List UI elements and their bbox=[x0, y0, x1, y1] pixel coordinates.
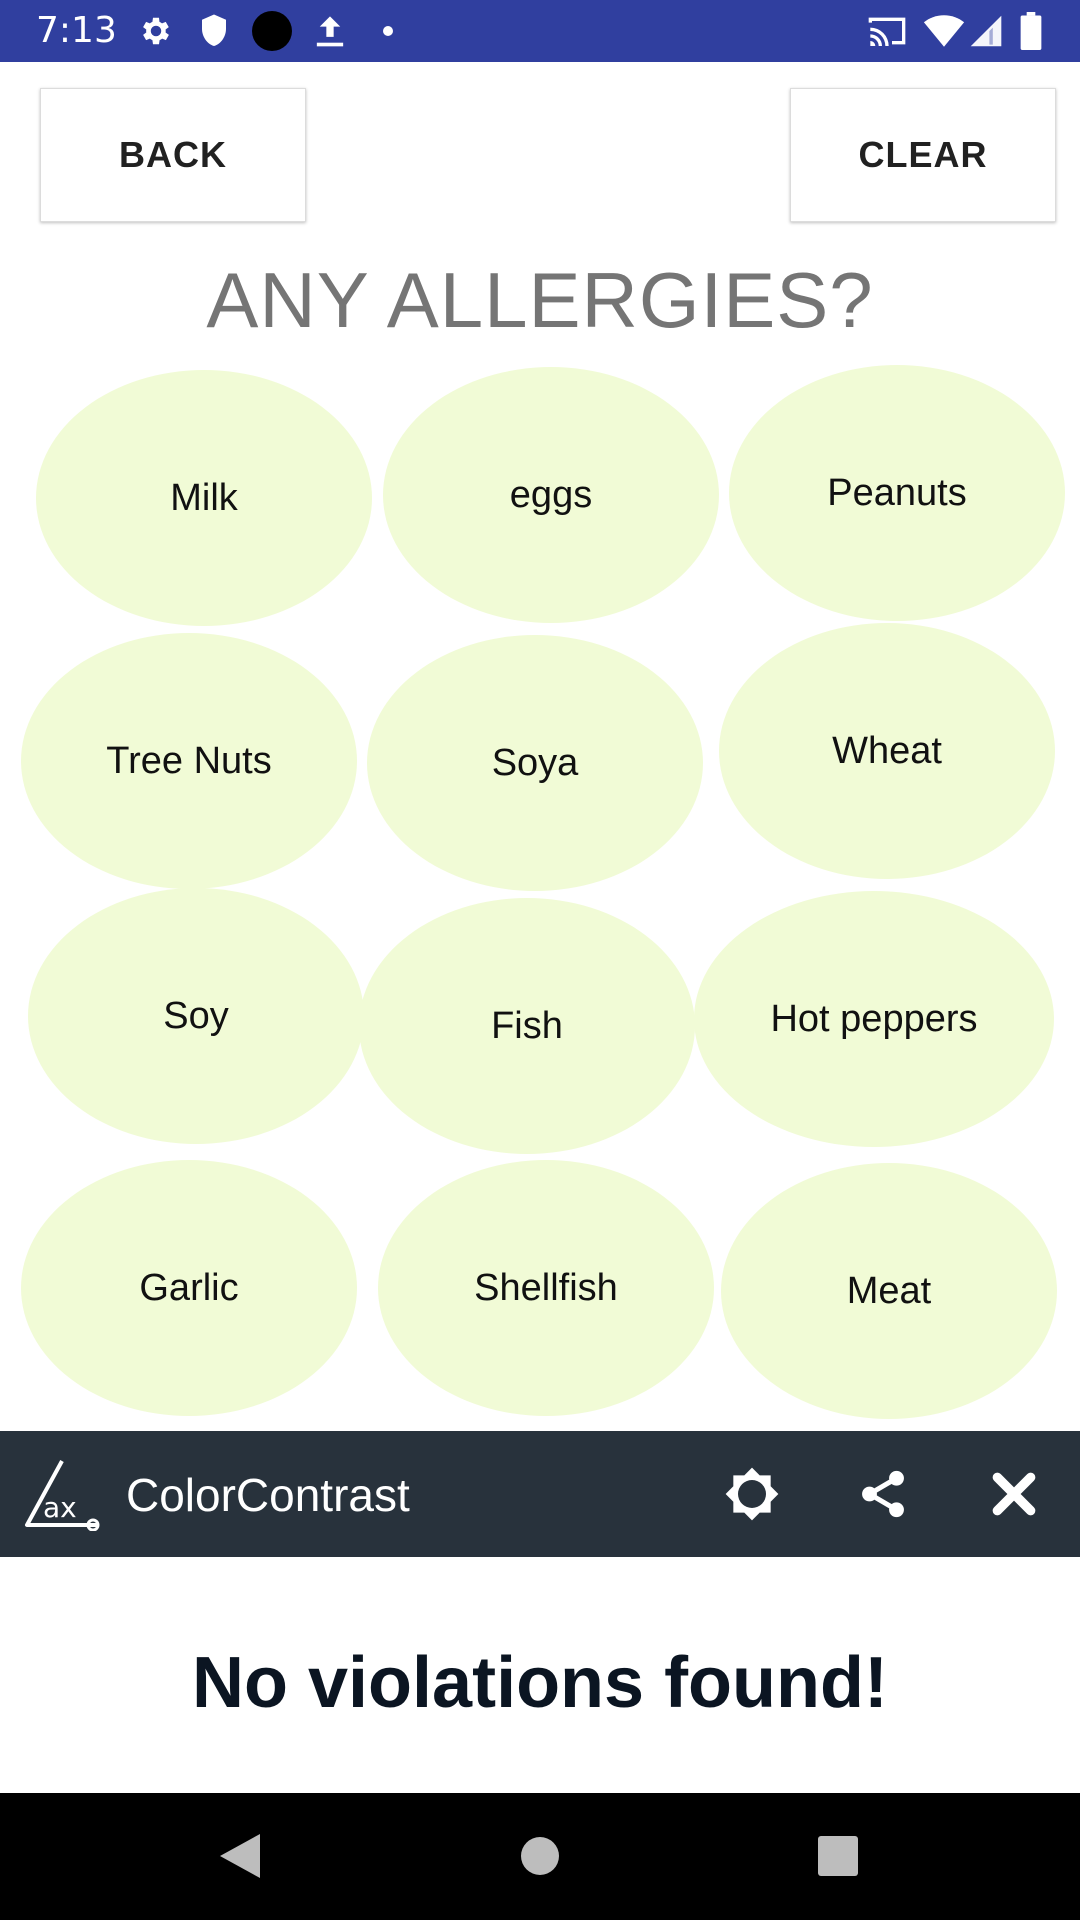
result-message: No violations found! bbox=[192, 1643, 888, 1723]
result-panel: No violations found! bbox=[0, 1557, 1080, 1793]
accessibility-toolbar: ax ColorContrast bbox=[0, 1431, 1080, 1557]
shield-icon bbox=[196, 10, 232, 52]
clear-button[interactable]: CLEAR bbox=[790, 88, 1056, 222]
svg-text:ax: ax bbox=[43, 1491, 77, 1524]
back-button[interactable]: BACK bbox=[40, 88, 306, 222]
battery-icon bbox=[1016, 10, 1046, 52]
allergen-soy-button[interactable]: Soy bbox=[28, 888, 364, 1144]
allergen-wheat-button[interactable]: Wheat bbox=[719, 623, 1055, 879]
allergen-soya-button[interactable]: Soya bbox=[367, 635, 703, 891]
allergen-tree-nuts-button[interactable]: Tree Nuts bbox=[21, 633, 357, 889]
small-dot-icon bbox=[380, 10, 396, 52]
status-time: 7:13 bbox=[36, 10, 117, 51]
allergen-hot-peppers-button[interactable]: Hot peppers bbox=[694, 891, 1054, 1147]
ax-logo-icon: ax bbox=[22, 1454, 102, 1534]
wifi-icon bbox=[922, 10, 966, 52]
status-bar: 7:13 bbox=[0, 0, 1080, 62]
allergen-peanuts-button[interactable]: Peanuts bbox=[729, 365, 1065, 621]
signal-icon bbox=[968, 10, 1004, 52]
allergen-garlic-button[interactable]: Garlic bbox=[21, 1160, 357, 1416]
allergen-meat-button[interactable]: Meat bbox=[721, 1163, 1057, 1419]
home-circle-icon[interactable] bbox=[510, 1826, 570, 1886]
allergen-eggs-button[interactable]: eggs bbox=[383, 367, 719, 623]
allergen-fish-button[interactable]: Fish bbox=[359, 898, 695, 1154]
page-title: ANY ALLERGIES? bbox=[206, 256, 874, 344]
upload-icon bbox=[310, 10, 350, 52]
brightness-icon[interactable] bbox=[722, 1464, 782, 1524]
settings-icon bbox=[136, 10, 176, 52]
cast-icon bbox=[866, 10, 908, 52]
dot-icon bbox=[250, 10, 294, 52]
share-icon[interactable] bbox=[853, 1464, 913, 1524]
recents-square-icon[interactable] bbox=[808, 1826, 868, 1886]
back-triangle-icon[interactable] bbox=[210, 1826, 270, 1886]
navigation-bar bbox=[0, 1793, 1080, 1920]
ax-app-name: ColorContrast bbox=[126, 1469, 410, 1521]
close-icon[interactable] bbox=[984, 1464, 1044, 1524]
allergen-milk-button[interactable]: Milk bbox=[36, 370, 372, 626]
allergen-shellfish-button[interactable]: Shellfish bbox=[378, 1160, 714, 1416]
